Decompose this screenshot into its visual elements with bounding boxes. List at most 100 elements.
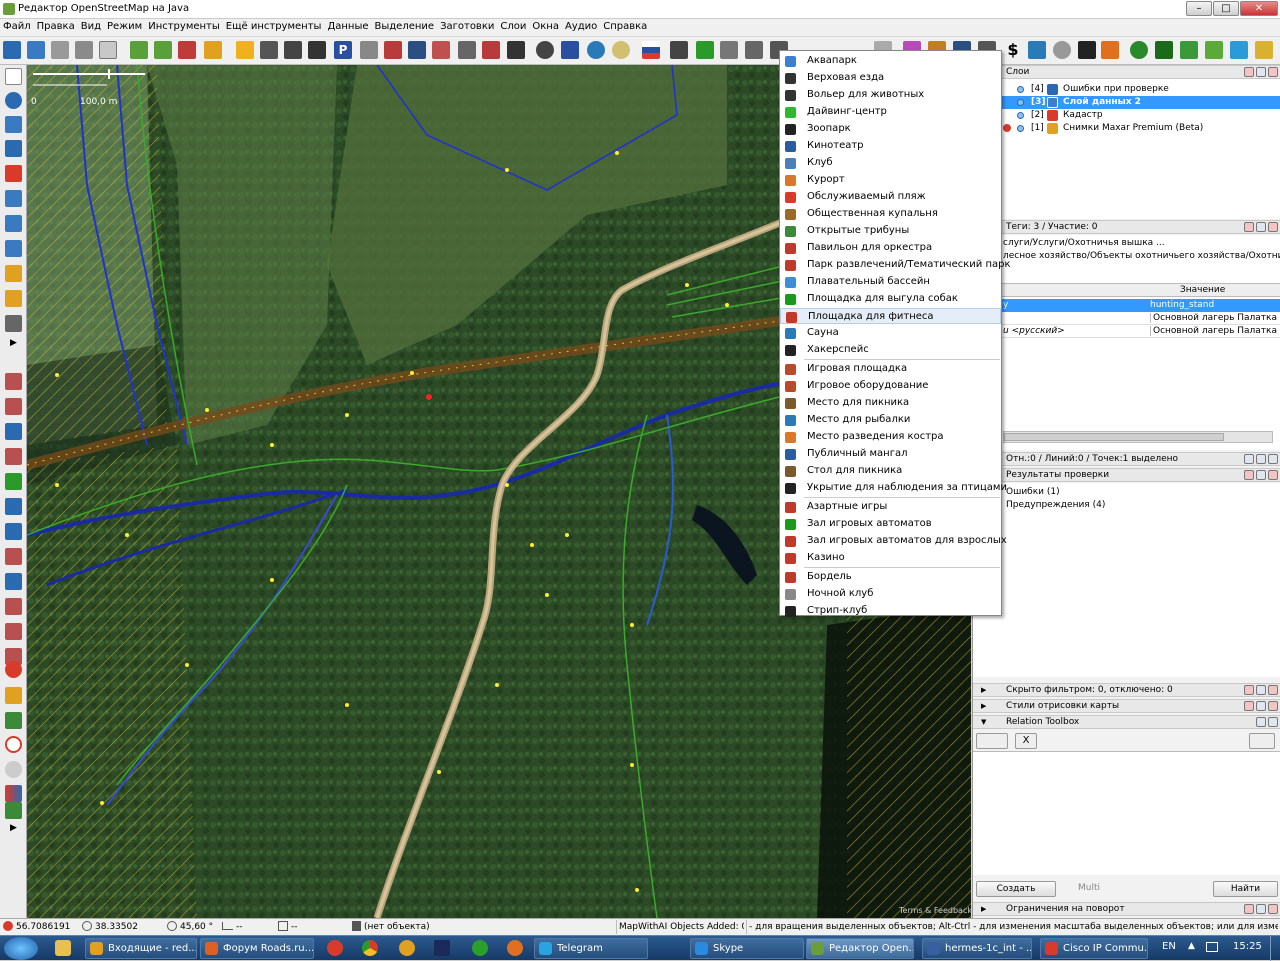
preset-forest-icon[interactable] xyxy=(1155,41,1173,59)
preset-garage-icon[interactable] xyxy=(308,41,326,59)
popup-item[interactable]: Хакерспейс xyxy=(780,342,1001,358)
popup-item[interactable]: Место для пикника xyxy=(780,395,1001,411)
collapse-arrow-icon[interactable]: ▶ xyxy=(981,903,986,916)
popup-item[interactable]: Зал игровых автоматов xyxy=(780,516,1001,532)
preset-clock-icon[interactable] xyxy=(612,41,630,59)
panel-detach-icon[interactable] xyxy=(1256,67,1266,77)
popup-item[interactable]: Бордель xyxy=(780,569,1001,585)
menu-data[interactable]: Данные xyxy=(324,19,371,32)
styles-panel-title[interactable]: ▶ Стили отрисовки карты xyxy=(973,699,1280,713)
expand-arrow-icon[interactable]: ▼ xyxy=(981,716,986,729)
find-button[interactable]: Найти xyxy=(1213,881,1278,897)
preset-mask-icon[interactable] xyxy=(670,41,688,59)
preset-info-icon[interactable] xyxy=(561,41,579,59)
taskbar-item[interactable]: hermes-1c_int - ... xyxy=(922,938,1032,959)
popup-item[interactable]: Курорт xyxy=(780,172,1001,188)
preset-path-2[interactable]: лесное хозяйство/Объекты охотничьего хоз… xyxy=(1003,251,1280,261)
layers-dialog-icon[interactable] xyxy=(5,373,22,390)
popup-item[interactable]: Стрип-клуб xyxy=(780,603,1001,619)
download-icon[interactable] xyxy=(27,41,45,59)
panel-detach-icon[interactable] xyxy=(1256,904,1266,914)
select-mode-icon[interactable] xyxy=(5,68,22,85)
panel-close-icon[interactable] xyxy=(1244,67,1254,77)
preset-gate-icon[interactable] xyxy=(408,41,426,59)
layer-row[interactable]: [2] Кадастр xyxy=(973,109,1280,122)
map-paint-icon[interactable] xyxy=(5,473,22,490)
menu-file[interactable]: Файл xyxy=(0,19,34,32)
network-icon[interactable] xyxy=(1206,942,1218,952)
menu-edit[interactable]: Правка xyxy=(34,19,78,32)
preset-flag-icon[interactable] xyxy=(642,41,660,59)
visibility-icon[interactable] xyxy=(1017,99,1024,106)
tag-tool-icon[interactable] xyxy=(5,802,22,819)
panel-close-icon[interactable] xyxy=(1244,470,1254,480)
minimize-button[interactable]: – xyxy=(1186,1,1212,16)
relation-add-button[interactable] xyxy=(976,733,1008,749)
panel-minimize-icon[interactable] xyxy=(1268,67,1278,77)
panel-minimize-icon[interactable] xyxy=(1268,222,1278,232)
layer-row[interactable]: [4] Ошибки при проверке xyxy=(973,83,1280,96)
tag-row[interactable]: u <русский> Основной лагерь Палатка xyxy=(973,325,1280,338)
validator-dialog-icon[interactable] xyxy=(5,548,22,565)
popup-item[interactable]: Площадка для фитнеса xyxy=(780,308,1001,324)
preset-tree-icon[interactable] xyxy=(1130,41,1148,59)
popup-item[interactable]: Верховая езда xyxy=(780,70,1001,86)
multi-button[interactable]: Multi xyxy=(1061,881,1117,897)
selection-dialog-icon[interactable] xyxy=(5,398,22,415)
preset-meadow-icon[interactable] xyxy=(1205,41,1223,59)
popup-item[interactable]: Укрытие для наблюдения за птицами xyxy=(780,480,1007,496)
preferences-icon[interactable] xyxy=(99,41,117,59)
settings-app-icon[interactable] xyxy=(507,940,523,956)
zoom-mode-icon[interactable] xyxy=(5,140,22,157)
panel-detach-icon[interactable] xyxy=(1256,470,1266,480)
popup-item[interactable]: Клуб xyxy=(780,155,1001,171)
globe-dialog-icon[interactable] xyxy=(5,761,22,778)
clock[interactable]: 15:25 xyxy=(1233,941,1262,952)
author-dialog-icon[interactable] xyxy=(5,623,22,640)
create-button[interactable]: Создать xyxy=(976,881,1056,897)
preset-transport-icon[interactable] xyxy=(720,41,738,59)
visibility-icon[interactable] xyxy=(1017,125,1024,132)
panel-close-icon[interactable] xyxy=(1244,904,1254,914)
notes-dialog-icon[interactable] xyxy=(5,598,22,615)
turn-restriction-icon[interactable] xyxy=(5,736,22,753)
preset-shop-icon[interactable] xyxy=(1101,41,1119,59)
color-bars-icon[interactable] xyxy=(5,785,22,802)
preset-wall-icon[interactable] xyxy=(432,41,450,59)
popup-item[interactable]: Стол для пикника xyxy=(780,463,1001,479)
popup-item[interactable]: Казино xyxy=(780,550,1001,566)
chrome-icon[interactable] xyxy=(362,940,378,956)
undo-icon[interactable] xyxy=(75,41,93,59)
layer-row-selected[interactable]: [3] Слой данных 2 xyxy=(973,96,1280,109)
preset-building-icon[interactable] xyxy=(284,41,302,59)
language-indicator[interactable]: EN xyxy=(1162,941,1176,952)
preset-post-icon[interactable] xyxy=(360,41,378,59)
menu-selection[interactable]: Выделение xyxy=(372,19,438,32)
panel-minimize-icon[interactable] xyxy=(1268,904,1278,914)
preset-grass-icon[interactable] xyxy=(1180,41,1198,59)
preset-water-icon[interactable] xyxy=(1230,41,1248,59)
menu-mode[interactable]: Режим xyxy=(104,19,145,32)
properties-dialog-icon[interactable] xyxy=(5,423,22,440)
open-file-icon[interactable] xyxy=(3,41,21,59)
preset-car-icon[interactable] xyxy=(507,41,525,59)
preset-grid-icon[interactable] xyxy=(458,41,476,59)
horizontal-scrollbar[interactable] xyxy=(1003,431,1273,443)
panel-close-icon[interactable] xyxy=(1244,685,1254,695)
panel-close-icon[interactable] xyxy=(1244,454,1254,464)
panel-minimize-icon[interactable] xyxy=(1268,685,1278,695)
history-dialog-icon[interactable] xyxy=(5,498,22,515)
pencil-icon[interactable] xyxy=(5,290,22,307)
popup-item[interactable]: Павильон для оркестра xyxy=(780,240,1001,256)
lasso-mode-icon[interactable] xyxy=(5,92,22,109)
collapse-arrow-icon[interactable]: ▶ xyxy=(981,700,986,713)
preset-person-icon[interactable] xyxy=(1078,41,1096,59)
measure-icon[interactable] xyxy=(5,265,22,282)
whatsapp-icon[interactable] xyxy=(472,940,488,956)
extrude-mode-icon[interactable] xyxy=(5,215,22,232)
visibility-icon[interactable] xyxy=(1017,112,1024,119)
expand-dialogs-icon[interactable]: ▶ xyxy=(5,823,22,840)
popup-item[interactable]: Площадка для выгула собак xyxy=(780,291,1001,307)
show-desktop-button[interactable] xyxy=(1270,936,1280,961)
zoom-data-icon[interactable] xyxy=(130,41,148,59)
